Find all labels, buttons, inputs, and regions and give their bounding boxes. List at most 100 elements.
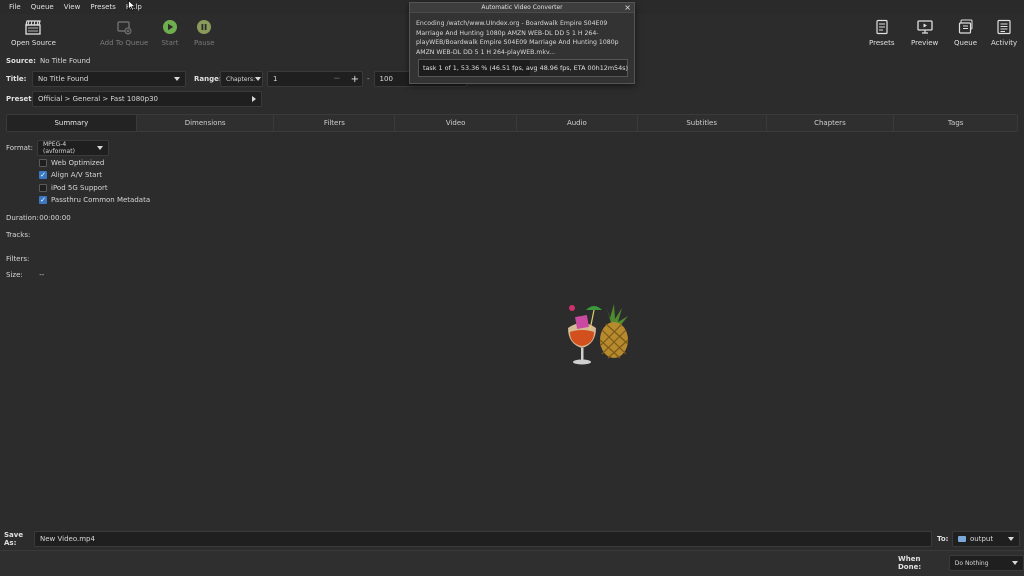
- checkmark-icon: ✓: [39, 196, 47, 204]
- mouse-cursor-icon: [128, 0, 136, 13]
- ipod-5g-checkbox[interactable]: iPod 5G Support: [39, 184, 108, 192]
- passthru-metadata-label: Passthru Common Metadata: [51, 196, 151, 204]
- queue-button[interactable]: Queue: [954, 18, 977, 47]
- save-as-value: New Video.mp4: [40, 534, 95, 543]
- duration-info: Duration: 00:00:00: [6, 214, 71, 222]
- monitor-icon: [916, 18, 934, 36]
- add-to-queue-label: Add To Queue: [100, 39, 149, 47]
- checkbox-unchecked: [39, 159, 47, 167]
- chevron-down-icon: [97, 146, 103, 150]
- size-info: Size: --: [6, 271, 44, 279]
- activity-button[interactable]: Activity: [991, 18, 1017, 47]
- preset-selector[interactable]: Official > General > Fast 1080p30: [32, 91, 262, 107]
- progress-text: task 1 of 1, 53.36 % (46.51 fps, avg 48.…: [423, 64, 629, 72]
- tab-summary[interactable]: Summary: [7, 115, 137, 131]
- range-end-value: 100: [379, 75, 393, 83]
- source-value: No Title Found: [39, 57, 91, 65]
- size-value: --: [39, 271, 45, 279]
- tab-audio[interactable]: Audio: [517, 115, 638, 131]
- tab-subtitles[interactable]: Subtitles: [637, 115, 767, 131]
- save-as-label: Save As:: [4, 530, 24, 547]
- chevron-down-icon: [1008, 536, 1014, 541]
- save-as-row: Save As: New Video.mp4 To: output: [0, 530, 1024, 547]
- checkmark-icon: ✓: [39, 171, 47, 179]
- queue-label: Queue: [954, 39, 977, 47]
- filters-label: Filters:: [6, 255, 30, 263]
- duration-value: 00:00:00: [39, 214, 71, 222]
- preset-value: Official > General > Fast 1080p30: [38, 95, 158, 103]
- dialog-message: Encoding /watch/www.UIndex.org - Boardwa…: [416, 20, 619, 56]
- clapperboard-icon: [24, 18, 42, 36]
- menu-file[interactable]: File: [4, 3, 26, 11]
- activity-label: Activity: [991, 39, 1018, 47]
- title-select[interactable]: No Title Found: [32, 71, 186, 87]
- passthru-metadata-checkbox[interactable]: ✓ Passthru Common Metadata: [39, 196, 150, 204]
- tab-chapters[interactable]: Chapters: [766, 115, 895, 131]
- presets-label: Presets: [869, 39, 895, 47]
- format-value: MPEG-4 (avformat): [43, 141, 75, 155]
- format-row: Format: MPEG-4 (avformat): [6, 140, 109, 156]
- range-label: Range:: [194, 75, 222, 83]
- format-label: Format:: [6, 144, 34, 152]
- activity-log-icon: [995, 18, 1013, 36]
- save-as-input[interactable]: New Video.mp4: [34, 530, 932, 547]
- preset-label: Preset:: [6, 95, 35, 103]
- tab-dimensions[interactable]: Dimensions: [136, 115, 275, 131]
- title-select-value: No Title Found: [38, 75, 89, 83]
- tab-filters[interactable]: Filters: [274, 115, 396, 131]
- title-row: Title: No Title Found Range: Chapters: 1…: [6, 71, 467, 87]
- folder-icon: [958, 535, 966, 542]
- minus-icon[interactable]: −: [333, 74, 341, 84]
- filters-info: Filters:: [6, 255, 37, 263]
- play-icon: [161, 18, 179, 36]
- open-source-label: Open Source: [11, 39, 56, 47]
- size-label: Size:: [6, 271, 23, 279]
- destination-select[interactable]: output: [952, 530, 1020, 547]
- when-done-label: When Done:: [898, 555, 922, 571]
- when-done-select[interactable]: Do Nothing: [948, 555, 1024, 571]
- pineapple-icon: [599, 304, 629, 359]
- tab-video[interactable]: Video: [395, 115, 518, 131]
- tracks-info: Tracks:: [6, 231, 37, 239]
- presets-button[interactable]: Presets: [869, 18, 894, 47]
- start-button[interactable]: Start: [161, 18, 179, 47]
- start-label: Start: [161, 39, 179, 47]
- pause-label: Pause: [194, 39, 215, 47]
- align-av-start-checkbox[interactable]: ✓ Align A/V Start: [39, 171, 102, 179]
- presets-icon: [873, 18, 891, 36]
- encoding-dialog: Automatic Video Converter × Encoding /wa…: [409, 2, 635, 84]
- menu-view[interactable]: View: [59, 3, 86, 11]
- queue-icon: [957, 18, 975, 36]
- tab-tags[interactable]: Tags: [894, 115, 1017, 131]
- menu-queue[interactable]: Queue: [26, 3, 59, 11]
- dialog-title: Automatic Video Converter: [481, 4, 563, 11]
- range-mode-select[interactable]: Chapters:: [220, 71, 263, 87]
- close-icon[interactable]: ×: [624, 3, 631, 13]
- chevron-right-icon: [252, 96, 256, 102]
- cocktail-glass-icon: [568, 305, 602, 365]
- format-select[interactable]: MPEG-4 (avformat): [37, 140, 109, 156]
- status-bar: [0, 550, 1024, 576]
- destination-value: output: [970, 534, 994, 543]
- add-to-queue-button[interactable]: Add To Queue: [100, 18, 148, 47]
- open-source-button[interactable]: Open Source: [11, 18, 56, 47]
- range-start-spin[interactable]: 1 − +: [267, 71, 363, 87]
- encoding-progress-bar: task 1 of 1, 53.36 % (46.51 fps, avg 48.…: [418, 59, 628, 77]
- tracks-label: Tracks:: [6, 231, 31, 239]
- preview-label: Preview: [911, 39, 939, 47]
- to-label: To:: [937, 534, 949, 543]
- pause-button[interactable]: Pause: [194, 18, 215, 47]
- settings-tabs: Summary Dimensions Filters Video Audio S…: [6, 114, 1018, 132]
- web-optimized-checkbox[interactable]: Web Optimized: [39, 159, 104, 167]
- dialog-titlebar[interactable]: Automatic Video Converter ×: [410, 3, 634, 13]
- range-dash: -: [367, 75, 370, 83]
- menu-presets[interactable]: Presets: [85, 3, 120, 11]
- range-start-value: 1: [273, 75, 278, 83]
- title-label: Title:: [6, 75, 27, 83]
- duration-label: Duration:: [6, 214, 39, 222]
- preset-row: Preset: Official > General > Fast 1080p3…: [6, 91, 262, 107]
- preview-button[interactable]: Preview: [911, 18, 938, 47]
- plus-icon[interactable]: +: [351, 74, 359, 85]
- ipod-5g-label: iPod 5G Support: [51, 184, 108, 192]
- web-optimized-label: Web Optimized: [51, 159, 105, 167]
